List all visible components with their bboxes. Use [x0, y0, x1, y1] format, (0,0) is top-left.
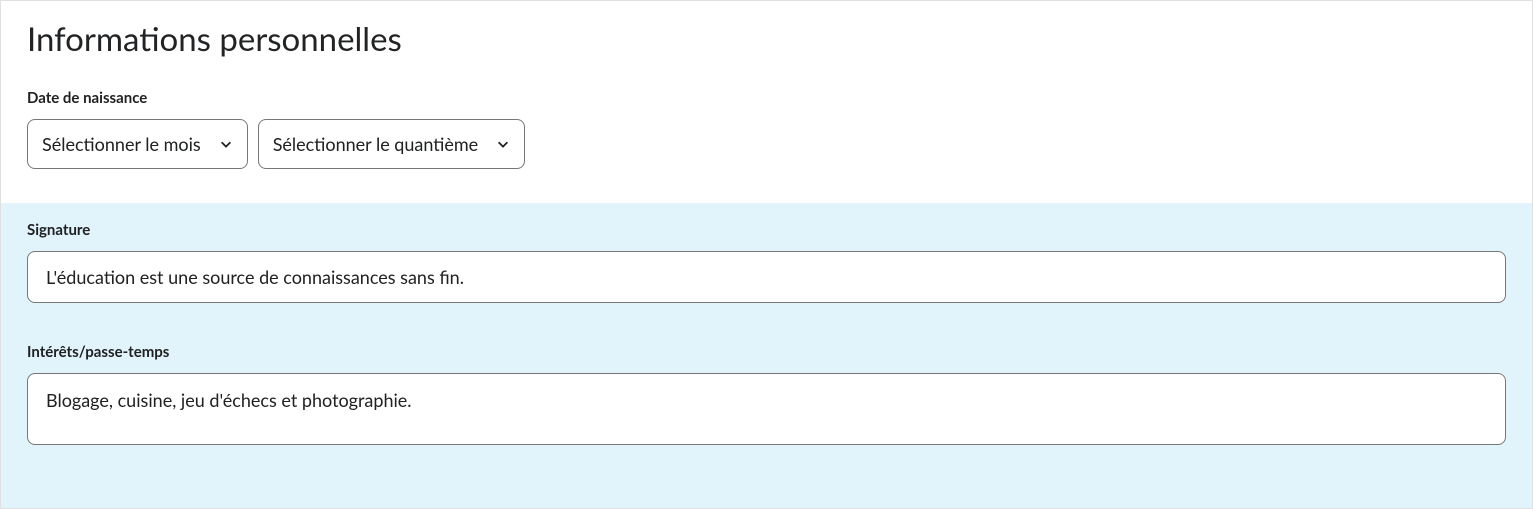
- month-select-value: Sélectionner le mois: [42, 133, 201, 155]
- interests-label: Intérêts/passe-temps: [27, 343, 1506, 361]
- birthdate-field-group: Date de naissance Sélectionner le mois S…: [27, 89, 1506, 169]
- day-select[interactable]: Sélectionner le quantième: [258, 119, 525, 169]
- interests-input[interactable]: [27, 373, 1506, 445]
- signature-input[interactable]: [27, 251, 1506, 303]
- personal-info-panel: Informations personnelles Date de naissa…: [0, 0, 1533, 509]
- birthdate-select-row: Sélectionner le mois Sélectionner le qua…: [27, 119, 1506, 169]
- chevron-down-icon: [219, 137, 233, 151]
- highlight-section: Signature Intérêts/passe-temps: [1, 203, 1532, 509]
- day-select-value: Sélectionner le quantième: [273, 133, 478, 155]
- signature-label: Signature: [27, 221, 1506, 239]
- interests-field-group: Intérêts/passe-temps: [27, 343, 1506, 449]
- birthdate-label: Date de naissance: [27, 89, 1506, 107]
- page-title: Informations personnelles: [27, 19, 1506, 59]
- chevron-down-icon: [496, 137, 510, 151]
- month-select[interactable]: Sélectionner le mois: [27, 119, 248, 169]
- signature-field-group: Signature: [27, 221, 1506, 303]
